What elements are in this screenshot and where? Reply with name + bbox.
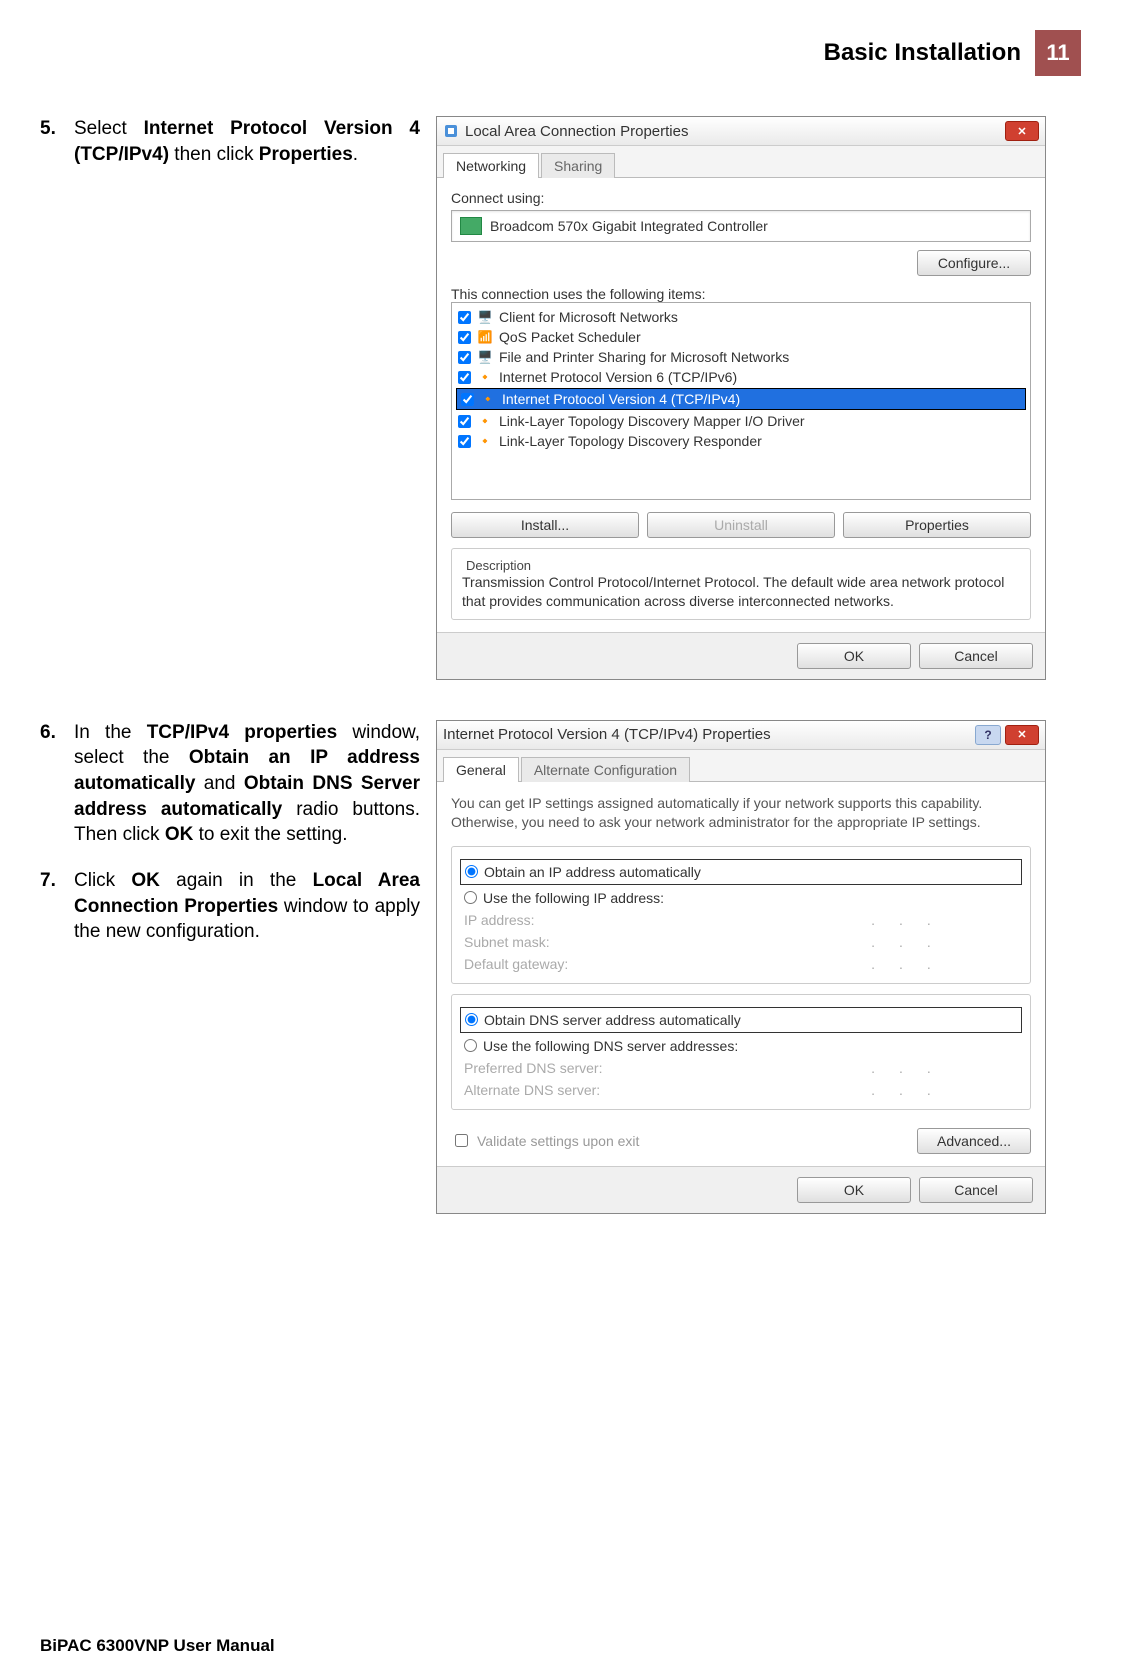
obtain-ip-auto-radio[interactable]: Obtain an IP address automatically [460, 859, 1022, 885]
item-checkbox[interactable] [458, 435, 471, 448]
step-7: 7. Click OK again in the Local Area Conn… [40, 868, 420, 945]
install-button[interactable]: Install... [451, 512, 639, 538]
dialog-title: Internet Protocol Version 4 (TCP/IPv4) P… [443, 726, 975, 743]
list-item-selected[interactable]: 🔸Internet Protocol Version 4 (TCP/IPv4) [456, 388, 1026, 410]
adapter-name: Broadcom 570x Gigabit Integrated Control… [490, 218, 768, 234]
items-label: This connection uses the following items… [451, 286, 705, 302]
cancel-button[interactable]: Cancel [919, 643, 1033, 669]
tab-general[interactable]: General [443, 757, 519, 782]
connect-using-label: Connect using: [451, 190, 544, 206]
use-dns-radio[interactable]: Use the following DNS server addresses: [462, 1035, 1020, 1057]
item-checkbox[interactable] [458, 371, 471, 384]
close-button[interactable]: ✕ [1005, 725, 1039, 745]
local-area-connection-properties-dialog: Local Area Connection Properties ✕ Netwo… [436, 116, 1046, 680]
tab-alternate[interactable]: Alternate Configuration [521, 757, 690, 782]
subnet-mask-row: Subnet mask:... [462, 931, 1020, 953]
nic-icon [460, 217, 482, 235]
cancel-button[interactable]: Cancel [919, 1177, 1033, 1203]
description-text: Transmission Control Protocol/Internet P… [462, 573, 1020, 611]
step-5: 5. Select Internet Protocol Version 4 (T… [40, 116, 420, 167]
list-item[interactable]: 🖥️Client for Microsoft Networks [454, 307, 1028, 327]
page-number-badge: 11 [1035, 30, 1081, 76]
intro-text: You can get IP settings assigned automat… [451, 794, 1031, 832]
qos-icon: 📶 [477, 329, 493, 345]
ipv4-properties-dialog: Internet Protocol Version 4 (TCP/IPv4) P… [436, 720, 1046, 1214]
ip-address-row: IP address:... [462, 909, 1020, 931]
advanced-button[interactable]: Advanced... [917, 1128, 1031, 1154]
list-item[interactable]: 📶QoS Packet Scheduler [454, 327, 1028, 347]
share-icon: 🖥️ [477, 349, 493, 365]
lltd-icon: 🔸 [477, 433, 493, 449]
list-item[interactable]: 🔸Internet Protocol Version 6 (TCP/IPv6) [454, 367, 1028, 387]
tab-networking[interactable]: Networking [443, 153, 539, 178]
close-button[interactable]: ✕ [1005, 121, 1039, 141]
dialog-title: Local Area Connection Properties [465, 123, 1005, 140]
validate-checkbox[interactable] [455, 1134, 468, 1147]
help-button[interactable]: ? [975, 725, 1001, 745]
page-header-title: Basic Installation [824, 39, 1021, 67]
configure-button[interactable]: Configure... [917, 250, 1031, 276]
tab-sharing[interactable]: Sharing [541, 153, 615, 178]
list-item[interactable]: 🔸Link-Layer Topology Discovery Mapper I/… [454, 411, 1028, 431]
item-checkbox[interactable] [461, 393, 474, 406]
list-item[interactable]: 🔸Link-Layer Topology Discovery Responder [454, 431, 1028, 451]
list-item[interactable]: 🖥️File and Printer Sharing for Microsoft… [454, 347, 1028, 367]
preferred-dns-row: Preferred DNS server:... [462, 1057, 1020, 1079]
step-6: 6. In the TCP/IPv4 properties window, se… [40, 720, 420, 848]
adapter-field[interactable]: Broadcom 570x Gigabit Integrated Control… [451, 210, 1031, 242]
gateway-row: Default gateway:... [462, 953, 1020, 975]
network-icon [443, 123, 459, 139]
uninstall-button: Uninstall [647, 512, 835, 538]
item-checkbox[interactable] [458, 311, 471, 324]
lltd-icon: 🔸 [477, 413, 493, 429]
properties-button[interactable]: Properties [843, 512, 1031, 538]
footer-text: BiPAC 6300VNP User Manual [40, 1636, 275, 1656]
ok-button[interactable]: OK [797, 643, 911, 669]
item-checkbox[interactable] [458, 351, 471, 364]
description-label: Description [462, 558, 535, 573]
use-ip-radio[interactable]: Use the following IP address: [462, 887, 1020, 909]
item-checkbox[interactable] [458, 415, 471, 428]
alternate-dns-row: Alternate DNS server:... [462, 1079, 1020, 1101]
connection-items-list[interactable]: 🖥️Client for Microsoft Networks 📶QoS Pac… [451, 302, 1031, 500]
protocol-icon: 🔸 [477, 369, 493, 385]
item-checkbox[interactable] [458, 331, 471, 344]
obtain-dns-auto-radio[interactable]: Obtain DNS server address automatically [460, 1007, 1022, 1033]
protocol-icon: 🔸 [480, 391, 496, 407]
validate-checkbox-row[interactable]: Validate settings upon exit [451, 1131, 639, 1150]
client-icon: 🖥️ [477, 309, 493, 325]
ok-button[interactable]: OK [797, 1177, 911, 1203]
